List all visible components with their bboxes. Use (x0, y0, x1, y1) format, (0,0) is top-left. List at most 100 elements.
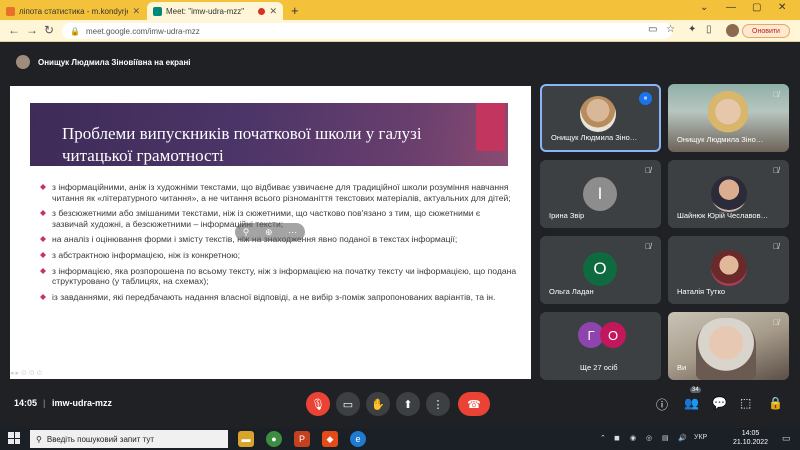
self-view-tile[interactable]: 🎙̸ Ви (668, 312, 789, 380)
meeting-code: imw-udra-mzz (52, 398, 113, 408)
search-icon: ⚲ (36, 434, 42, 444)
profile-avatar[interactable] (726, 24, 739, 37)
presenter-avatar (16, 55, 30, 69)
url-input[interactable]: 🔒 meet.google.com/imw-udra-mzz (62, 23, 672, 39)
tray-app-icon[interactable]: ◼ (614, 434, 620, 442)
participant-count-badge: 34 (690, 387, 701, 393)
shared-screen-slide: Проблеми випускників початкової школи у … (10, 86, 531, 379)
participant-tile[interactable]: 🎙̸ Онищук Людмила Зіно… (668, 84, 789, 152)
participant-name: Ви (677, 363, 687, 372)
participant-tile[interactable]: 🎙̸ Шайнюк Юрій Чеславов… (668, 160, 789, 228)
side-panel-icon[interactable]: ▯ (706, 24, 712, 35)
mic-off-icon: 🎙̸ (645, 242, 651, 251)
minimize-icon[interactable]: — (726, 2, 736, 13)
mic-off-icon: 🎙̸ (773, 242, 779, 251)
participant-name: Онищук Людмила Зіно… (551, 133, 638, 142)
more-options-button[interactable]: ⋮ (426, 392, 450, 416)
presentation-banner-text: Онищук Людмила Зіновіївна на екрані (38, 57, 191, 67)
taskbar-search-input[interactable]: ⚲ Введіть пошуковий запит тут (30, 430, 228, 448)
meet-favicon-icon (153, 6, 162, 16)
meeting-controls-bar: 14:05 | imw-udra-mzz 🎙 ▭ ✋ ⬆ ⋮ ☎ ⓘ 👥 34 … (0, 386, 800, 422)
more-vert-icon: ⋮ (432, 398, 444, 411)
participant-tile[interactable]: 🎙̸ Наталія Тутко (668, 236, 789, 304)
forward-icon[interactable]: → (26, 23, 38, 37)
network-icon[interactable]: ▤ (662, 434, 669, 442)
more-participants-label: Ще 27 осіб (580, 363, 618, 372)
reload-icon[interactable]: ↻ (44, 23, 54, 37)
slide-bullet: з інформацією, яка розпорошена по всьому… (38, 266, 518, 287)
mic-off-icon: 🎙̸ (773, 318, 779, 327)
slide-nav-icons[interactable]: ◂ ▸ ⊙ ⊙ ⊙ (10, 369, 42, 377)
participant-tile[interactable]: ⏸ Онищук Людмила Зіно… (540, 84, 661, 152)
mic-off-icon: 🎙̸ (773, 90, 779, 99)
participant-tile[interactable]: І 🎙̸ Ірина Звір (540, 160, 661, 228)
participant-name: Ольга Ладан (549, 287, 594, 296)
tray-app-icon[interactable]: ◉ (630, 434, 636, 442)
participant-initial: О (600, 322, 626, 348)
self-video (696, 318, 756, 380)
back-icon[interactable]: ← (8, 23, 20, 37)
chat-icon[interactable]: 💬 (712, 396, 727, 410)
participant-tile[interactable]: О 🎙̸ Ольга Ладан (540, 236, 661, 304)
participant-photo (580, 96, 616, 132)
mic-off-icon: 🎙̸ (645, 166, 651, 175)
tab-favicon-icon (6, 6, 15, 16)
leave-call-button[interactable]: ☎ (458, 392, 490, 416)
update-button[interactable]: Оновити (742, 24, 790, 38)
host-controls-icon[interactable]: 🔒 (768, 396, 783, 410)
camera-permission-icon[interactable]: ▭ (648, 24, 657, 35)
extensions-icon[interactable]: ✦ (688, 24, 696, 35)
activities-icon[interactable]: ⬚ (740, 396, 751, 410)
people-icon[interactable]: 👥 (684, 396, 699, 410)
more-icon[interactable]: ⋯ (288, 227, 297, 238)
powerpoint-icon[interactable]: P (294, 431, 310, 447)
participant-photo (711, 176, 747, 212)
edge-icon[interactable]: e (350, 431, 366, 447)
present-button[interactable]: ⬆ (396, 392, 420, 416)
volume-icon[interactable]: 🔊 (678, 434, 687, 442)
close-tab-icon[interactable]: ✕ (132, 6, 140, 17)
close-window-icon[interactable]: ✕ (778, 2, 786, 13)
present-icon: ⬆ (403, 398, 413, 411)
slide-bullet-list: з інформаційними, аніж із художніми текс… (38, 182, 518, 307)
tab-statistics[interactable]: ліпота статистика - m.kondyrjev… ✕ (0, 2, 146, 20)
address-bar-row: ← → ↻ 🔒 meet.google.com/imw-udra-mzz ▭ ☆… (0, 20, 800, 42)
raise-hand-button[interactable]: ✋ (366, 392, 390, 416)
system-clock[interactable]: 14:05 21.10.2022 (733, 429, 768, 447)
slide-title: Проблеми випускників початкової школи у … (62, 124, 422, 165)
app-icon[interactable]: ◆ (322, 431, 338, 447)
camera-icon: ▭ (342, 398, 354, 411)
participant-video (708, 90, 748, 138)
lock-icon[interactable]: 🔒 (70, 27, 80, 36)
participant-name: Онищук Людмила Зіно… (677, 135, 764, 144)
chrome-icon[interactable]: ● (266, 431, 282, 447)
bookmark-star-icon[interactable]: ☆ (666, 24, 675, 35)
maximize-icon[interactable]: ▢ (752, 2, 761, 13)
new-tab-button[interactable]: + (291, 3, 299, 18)
file-explorer-icon[interactable]: ▬ (238, 431, 254, 447)
camera-toggle-button[interactable]: ▭ (336, 392, 360, 416)
participant-name: Наталія Тутко (677, 287, 726, 296)
participant-photo (711, 250, 747, 286)
taskbar-search-placeholder: Введіть пошуковий запит тут (46, 434, 154, 444)
hang-up-icon: ☎ (467, 398, 481, 411)
pin-icon[interactable]: ⚲ (243, 227, 250, 238)
tab-title: Meet: "imw-udra-mzz" (166, 6, 245, 16)
close-tab-icon[interactable]: ✕ (269, 6, 277, 17)
more-participants-tile[interactable]: Г О Ще 27 осіб (540, 312, 661, 380)
slide-zoom-controls[interactable]: ⚲ ⊕ ⋯ (235, 223, 305, 241)
mic-toggle-button[interactable]: 🎙 (306, 392, 330, 416)
tray-chevron-icon[interactable]: ⌃ (600, 434, 606, 442)
tab-meet[interactable]: Meet: "imw-udra-mzz" ✕ (147, 2, 283, 20)
info-icon[interactable]: ⓘ (656, 396, 668, 413)
windows-taskbar: ⚲ Введіть пошуковий запит тут ▬ ● P ◆ e … (0, 428, 800, 450)
notifications-icon[interactable]: ▭ (782, 433, 791, 444)
presentation-banner: Онищук Людмила Зіновіївна на екрані (8, 51, 532, 73)
tray-app-icon[interactable]: ◎ (646, 434, 652, 442)
tab-search-icon[interactable]: ⌄ (700, 2, 708, 13)
zoom-icon[interactable]: ⊕ (265, 227, 273, 238)
participant-name: Шайнюк Юрій Чеславов… (677, 211, 769, 220)
language-indicator[interactable]: УКР (694, 434, 707, 441)
windows-start-icon[interactable] (8, 432, 20, 444)
participant-initial: О (583, 252, 617, 286)
